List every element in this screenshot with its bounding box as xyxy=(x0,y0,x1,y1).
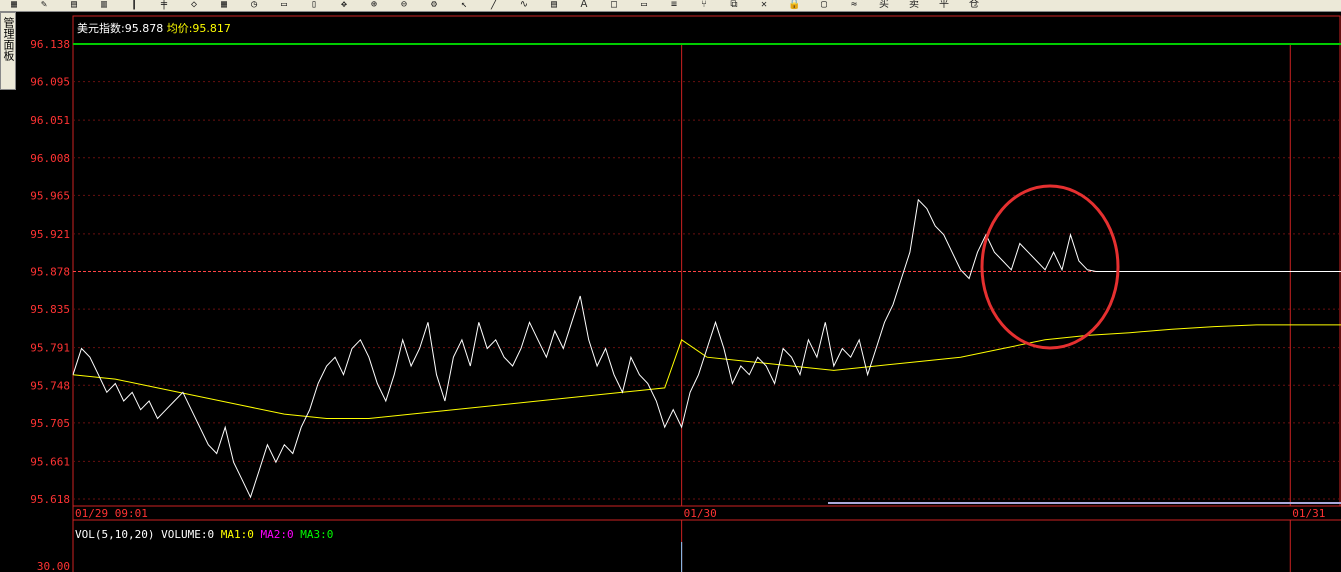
volume-axis-label: 30.00 xyxy=(37,560,70,572)
symbol-value: 美元指数:95.878 xyxy=(77,22,164,35)
annotation-circle xyxy=(980,184,1120,350)
y-tick-label: 95.835 xyxy=(30,303,70,316)
price-panel-frame xyxy=(72,15,1341,507)
y-tick-label: 95.965 xyxy=(30,189,70,202)
price-series-line xyxy=(72,198,1341,499)
y-tick-label: 95.705 xyxy=(30,417,70,430)
y-tick-label: 95.921 xyxy=(30,228,70,241)
y-tick-label: 96.051 xyxy=(30,114,70,127)
y-tick-label: 96.138 xyxy=(30,38,70,51)
ma3-label: MA3:0 xyxy=(300,528,334,541)
volume-info: VOL(5,10,20) VOLUME:0 MA1:0 MA2:0 MA3:0 xyxy=(75,528,333,541)
y-tick-label: 96.095 xyxy=(30,76,70,89)
y-tick-label: 96.008 xyxy=(30,152,70,165)
y-tick-label: 95.878 xyxy=(30,266,70,279)
x-tick-label: 01/31 xyxy=(1292,507,1325,520)
volume-label: VOL(5,10,20) VOLUME:0 xyxy=(75,528,215,541)
x-tick-label: 01/29 09:01 xyxy=(75,507,148,520)
y-tick-label: 95.618 xyxy=(30,493,70,506)
ma2-label: MA2:0 xyxy=(260,528,294,541)
price-chart[interactable]: 96.138 96.095 96.051 96.008 95.965 95.921 95.8… xyxy=(0,0,1341,572)
average-series-line xyxy=(72,324,1341,419)
y-tick-label: 95.791 xyxy=(30,342,70,355)
info-line: 美元指数:95.878 均价:95.817 xyxy=(77,20,231,36)
x-tick-label: 01/30 xyxy=(684,507,717,520)
y-tick-label: 95.748 xyxy=(30,379,70,392)
y-tick-label: 95.661 xyxy=(30,455,70,468)
ma1-label: MA1:0 xyxy=(220,528,254,541)
average-value: 均价:95.817 xyxy=(166,22,231,35)
